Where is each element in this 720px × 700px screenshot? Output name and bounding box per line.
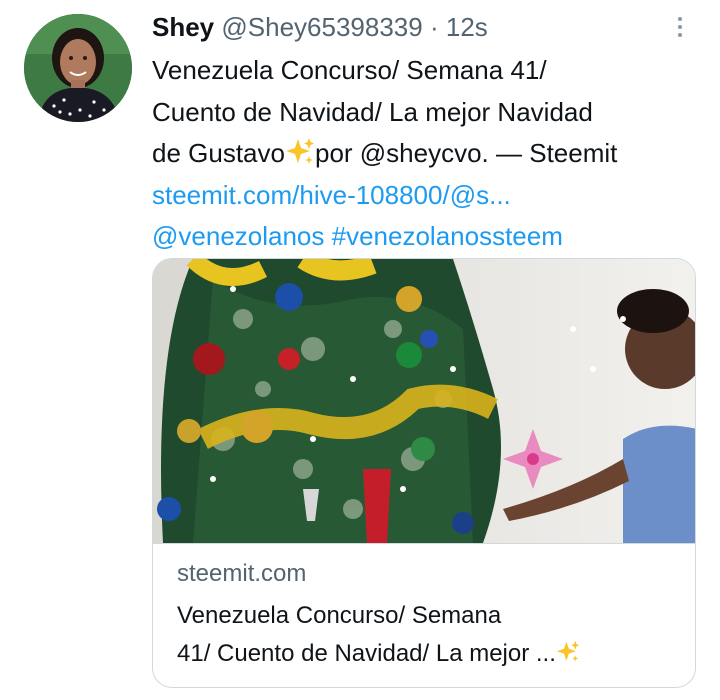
timestamp[interactable]: 12s xyxy=(446,12,488,42)
tweet-link[interactable]: steemit.com/hive-108800/@s... xyxy=(152,175,712,217)
tweet-text-fragment: de Gustavo xyxy=(152,138,285,168)
tweet-text-line: Venezuela Concurso/ Semana 41/ xyxy=(152,55,547,85)
author-name[interactable]: Shey xyxy=(152,12,214,42)
link-preview-image xyxy=(153,259,695,543)
sparkles-emoji-icon xyxy=(285,138,314,164)
more-options-icon[interactable] xyxy=(670,14,690,42)
card-title: Venezuela Concurso/ Semana 41/ Cuento de… xyxy=(177,597,677,673)
tweet-header: Shey @Shey65398339 · 12s xyxy=(152,11,488,43)
avatar[interactable] xyxy=(24,14,132,122)
tweet-text-line: de Gustavo por @sheycvo. — Steemit xyxy=(152,133,712,175)
tweet-text-line: Cuento de Navidad/ La mejor Navidad xyxy=(152,96,593,127)
avatar-image xyxy=(24,14,132,122)
hashtag-link[interactable]: #venezolanossteem xyxy=(332,221,563,251)
card-title-fragment: 41/ Cuento de Navidad/ La mejor ... xyxy=(177,640,556,667)
tweet-text: Venezuela Concurso/ Semana 41/ Cuento de… xyxy=(152,50,712,258)
sparkles-emoji-icon xyxy=(556,640,580,662)
header-separator: · xyxy=(429,12,439,42)
card-title-line: 41/ Cuento de Navidad/ La mejor ... xyxy=(177,635,677,673)
mention-link[interactable]: @venezolanos xyxy=(152,221,324,251)
card-domain: steemit.com xyxy=(177,560,307,587)
author-handle[interactable]: @Shey65398339 xyxy=(221,12,422,42)
card-divider xyxy=(153,543,695,544)
link-preview-card[interactable]: steemit.com Venezuela Concurso/ Semana 4… xyxy=(152,258,696,688)
tweet-text-fragment: por @sheycvo. — Steemit xyxy=(314,138,618,168)
card-title-line: Venezuela Concurso/ Semana xyxy=(177,602,502,629)
